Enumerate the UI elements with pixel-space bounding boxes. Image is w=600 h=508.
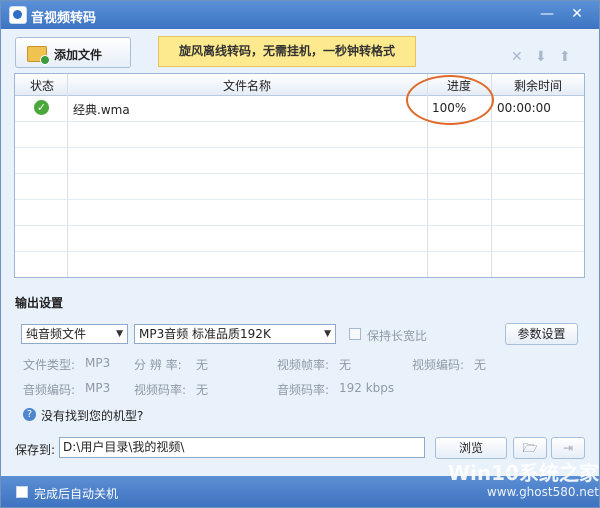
- export-icon: ⇥: [562, 441, 574, 455]
- title-bar: 音视频转码 — ✕: [1, 1, 599, 29]
- close-button[interactable]: ✕: [563, 3, 591, 25]
- resolution-value: 无: [196, 358, 209, 372]
- add-file-label: 添加文件: [54, 48, 103, 62]
- table-row: [15, 252, 584, 277]
- parameter-settings-button[interactable]: 参数设置: [505, 323, 578, 345]
- window-title: 音视频转码: [31, 11, 97, 26]
- audio-bitrate-value: 192 kbps: [339, 381, 395, 395]
- app-icon: [9, 6, 27, 24]
- arrow-up-icon[interactable]: ⬆: [559, 49, 571, 65]
- add-file-button[interactable]: 添加文件: [15, 37, 131, 68]
- format-select-value: 纯音频文件: [26, 327, 87, 341]
- chevron-down-icon: ▼: [116, 329, 123, 339]
- minimize-button[interactable]: —: [533, 3, 561, 25]
- auto-shutdown-checkbox[interactable]: [16, 486, 28, 498]
- table-row: [15, 200, 584, 226]
- output-settings-title: 输出设置: [15, 296, 64, 310]
- audio-codec-label: 音频编码:: [23, 383, 76, 397]
- close-icon[interactable]: ✕: [511, 49, 523, 65]
- device-help-link[interactable]: 没有找到您的机型?: [41, 407, 143, 424]
- open-folder-button[interactable]: 🗁: [513, 437, 547, 459]
- watermark-line1: Win10系统之家: [448, 461, 599, 485]
- folder-add-icon: [27, 46, 50, 65]
- folder-open-icon: 🗁: [522, 441, 538, 455]
- table-row: [15, 226, 584, 252]
- progress-highlight-circle: [406, 75, 494, 125]
- file-table: 状态 文件名称 进度 剩余时间 ✓ 经典.wma 100% 00:00:00: [14, 73, 585, 278]
- file-type-value: MP3: [85, 356, 111, 370]
- table-row: [15, 148, 584, 174]
- arrow-down-icon[interactable]: ⬇: [535, 49, 547, 65]
- table-header: 状态 文件名称 进度 剩余时间: [15, 74, 584, 96]
- video-codec-label: 视频编码:: [412, 358, 465, 372]
- file-name: 经典.wma: [73, 103, 130, 117]
- video-codec-value: 无: [474, 358, 487, 372]
- format-select[interactable]: 纯音频文件 ▼: [21, 324, 128, 344]
- audio-bitrate-label: 音频码率:: [277, 383, 330, 397]
- header-name: 文件名称: [222, 79, 271, 93]
- save-path-input[interactable]: D:\用户目录\我的视频\: [59, 437, 425, 458]
- browse-button[interactable]: 浏览: [435, 437, 507, 459]
- header-status: 状态: [29, 79, 54, 93]
- video-fps-value: 无: [339, 358, 352, 372]
- file-remaining: 00:00:00: [497, 101, 551, 115]
- table-row: [15, 174, 584, 200]
- keep-ratio-label: 保持长宽比: [367, 329, 428, 343]
- keep-ratio-checkbox[interactable]: [349, 328, 361, 340]
- save-to-label: 保存到:: [15, 443, 56, 457]
- quality-select-value: MP3音频 标准品质192K: [139, 327, 271, 341]
- header-remaining: 剩余时间: [513, 79, 562, 93]
- video-fps-label: 视频帧率:: [277, 358, 330, 372]
- quality-select[interactable]: MP3音频 标准品质192K ▼: [134, 324, 336, 344]
- auto-shutdown-label: 完成后自动关机: [34, 487, 119, 501]
- resolution-label: 分 辨 率:: [134, 358, 182, 372]
- question-icon[interactable]: ?: [23, 408, 36, 421]
- video-bitrate-value: 无: [196, 383, 209, 397]
- offline-transcode-banner[interactable]: 旋风离线转码，无需挂机，一秒钟转格式: [158, 36, 416, 67]
- transcode-window: 音视频转码 — ✕ 添加文件 旋风离线转码，无需挂机，一秒钟转格式 ✕ ⬇ ⬆ …: [0, 0, 600, 508]
- table-row: [15, 122, 584, 148]
- open-output-button[interactable]: ⇥: [551, 437, 585, 459]
- watermark-line2: www.ghost580.net: [486, 485, 599, 499]
- watermark: Win10系统之家 www.ghost580.net: [433, 461, 599, 507]
- table-row[interactable]: ✓ 经典.wma 100% 00:00:00: [15, 96, 584, 122]
- chevron-down-icon: ▼: [324, 329, 331, 339]
- check-icon: ✓: [34, 100, 49, 115]
- file-type-label: 文件类型:: [23, 358, 76, 372]
- audio-codec-value: MP3: [85, 381, 111, 395]
- video-bitrate-label: 视频码率:: [134, 383, 187, 397]
